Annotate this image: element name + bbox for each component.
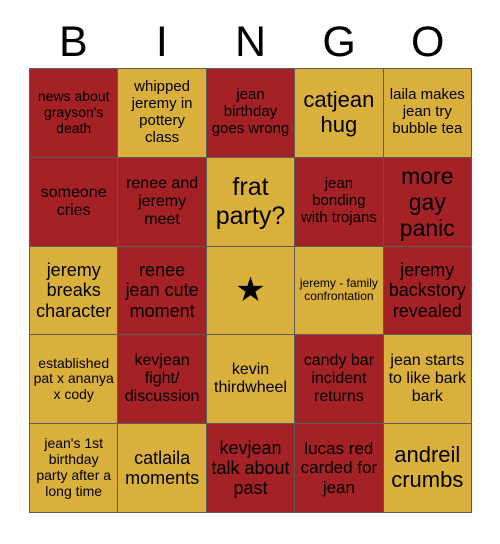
- bingo-cell[interactable]: lucas red carded for jean: [295, 424, 384, 513]
- bingo-cell-label: renee jean cute moment: [125, 260, 199, 321]
- bingo-cell[interactable]: kevjean fight/ discussion: [118, 335, 207, 425]
- header-letter-o: O: [410, 18, 445, 66]
- bingo-cell[interactable]: jeremy - family confrontation: [295, 246, 384, 336]
- bingo-cell[interactable]: established pat x ananya x cody: [30, 335, 119, 425]
- bingo-cell-label: jeremy breaks character: [36, 260, 112, 321]
- bingo-cell-label: andreil crumbs: [391, 442, 464, 493]
- bingo-cell[interactable]: more gay panic: [383, 157, 472, 247]
- bingo-card: B I N G O news about grayson's death whip…: [0, 0, 500, 544]
- bingo-grid: news about grayson's death whipped jeremy…: [29, 68, 472, 513]
- bingo-cell[interactable]: andreil crumbs: [383, 424, 472, 513]
- bingo-cell[interactable]: kevjean talk about past: [206, 424, 296, 513]
- bingo-cell[interactable]: jeremy backstory revealed: [383, 246, 472, 336]
- bingo-cell-label: frat party?: [215, 173, 286, 230]
- bingo-cell[interactable]: jean's 1st birthday party after a long t…: [30, 424, 119, 513]
- star-icon: ★: [235, 271, 266, 310]
- bingo-cell-label: jean starts to like bark bark: [388, 352, 466, 406]
- bingo-cell-label: jean bonding with trojans: [300, 175, 377, 227]
- bingo-cell[interactable]: kevin thirdwheel: [206, 335, 296, 425]
- bingo-cell-label: jean birthday goes wrong: [211, 86, 290, 138]
- bingo-cell[interactable]: news about grayson's death: [30, 69, 119, 158]
- header-letter-g: G: [322, 18, 356, 66]
- header-letter-i: I: [155, 18, 168, 66]
- bingo-cell[interactable]: whipped jeremy in pottery class: [118, 69, 207, 158]
- bingo-cell[interactable]: frat party?: [206, 157, 296, 247]
- bingo-cell-label: catlaila moments: [125, 447, 200, 489]
- bingo-cell-label: kevjean fight/ discussion: [124, 352, 200, 406]
- header-letter-n: N: [234, 18, 267, 66]
- bingo-cell-label: lucas red carded for jean: [300, 439, 378, 497]
- bingo-cell-label: candy bar incident returns: [303, 352, 375, 406]
- bingo-cell[interactable]: jeremy breaks character: [30, 246, 119, 336]
- bingo-cell-label: news about grayson's death: [37, 88, 110, 136]
- bingo-cell-label: kevin thirdwheel: [214, 361, 287, 397]
- bingo-cell[interactable]: catjean hug: [295, 69, 384, 158]
- bingo-header-row: B I N G O: [29, 17, 472, 67]
- bingo-cell[interactable]: renee and jeremy meet: [118, 157, 207, 247]
- bingo-cell[interactable]: renee jean cute moment: [118, 246, 207, 336]
- bingo-cell-label: whipped jeremy in pottery class: [131, 78, 193, 146]
- bingo-cell-label: more gay panic: [399, 162, 455, 241]
- bingo-cell[interactable]: candy bar incident returns: [295, 335, 384, 425]
- bingo-cell-label: someone cries: [40, 183, 107, 219]
- header-letter-b: B: [58, 18, 88, 66]
- bingo-cell[interactable]: jean starts to like bark bark: [383, 335, 472, 425]
- bingo-cell-label: laila makes jean try bubble tea: [389, 86, 465, 138]
- bingo-cell-label: jean's 1st birthday party after a long t…: [36, 435, 112, 499]
- bingo-cell[interactable]: jean birthday goes wrong: [206, 69, 296, 158]
- bingo-cell-label: jeremy backstory revealed: [388, 260, 466, 321]
- bingo-cell[interactable]: jean bonding with trojans: [295, 157, 384, 247]
- bingo-cell[interactable]: someone cries: [30, 157, 119, 247]
- bingo-cell-label: jeremy - family confrontation: [299, 275, 378, 304]
- bingo-cell-label: renee and jeremy meet: [126, 174, 199, 228]
- bingo-cell-label: established pat x ananya x cody: [33, 354, 114, 403]
- bingo-cell-label: catjean hug: [303, 87, 375, 137]
- bingo-cell-free-space[interactable]: ★: [206, 246, 296, 336]
- bingo-cell[interactable]: catlaila moments: [118, 424, 207, 513]
- bingo-cell[interactable]: laila makes jean try bubble tea: [383, 69, 472, 158]
- bingo-cell-label: kevjean talk about past: [211, 437, 290, 499]
